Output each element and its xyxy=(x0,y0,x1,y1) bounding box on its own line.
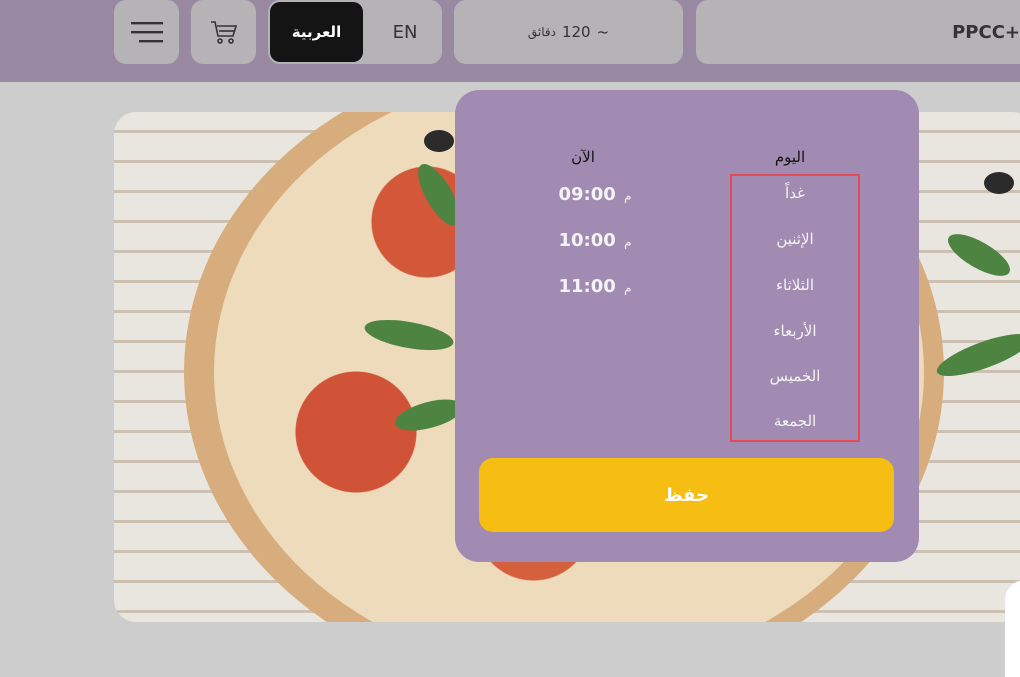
cart-button[interactable] xyxy=(191,0,256,64)
time-unit: م xyxy=(624,189,632,203)
day-option-thursday[interactable]: الخميس xyxy=(732,367,858,385)
day-option-tomorrow[interactable]: غداً xyxy=(732,184,858,202)
cart-icon xyxy=(210,21,237,44)
phone-number: PPCC+ xyxy=(952,21,1020,43)
time-value: 10:00 xyxy=(558,230,616,251)
time-option[interactable]: م 10:00 xyxy=(535,230,655,251)
menu-button[interactable] xyxy=(114,0,179,64)
day-list: غداً الإثنين الثلاثاء الأربعاء الخميس ال… xyxy=(730,174,860,442)
olive xyxy=(984,172,1014,194)
time-value: 09:00 xyxy=(558,184,616,205)
basil-leaf xyxy=(932,325,1020,385)
top-bar: العربية EN دقائق 120 ~ PPCC+ xyxy=(0,0,1020,82)
language-english-button[interactable]: EN xyxy=(368,0,442,64)
delivery-time-prefix: ~ xyxy=(596,23,610,41)
menu-icon xyxy=(130,22,163,43)
side-card-edge xyxy=(1005,580,1020,677)
schedule-popup: اليوم الآن غداً الإثنين الثلاثاء الأربعا… xyxy=(455,90,919,562)
basil-leaf xyxy=(942,226,1016,284)
day-option-wednesday[interactable]: الأربعاء xyxy=(732,322,858,340)
day-column-header: اليوم xyxy=(774,148,806,166)
time-unit: م xyxy=(624,281,632,295)
time-unit: م xyxy=(624,235,632,249)
language-arabic-button[interactable]: العربية xyxy=(270,2,363,62)
olive xyxy=(424,130,454,152)
delivery-time-value: 120 xyxy=(561,23,591,41)
delivery-time-button[interactable]: دقائق 120 ~ xyxy=(454,0,683,64)
now-column-header: الآن xyxy=(571,148,595,166)
language-switch: العربية EN xyxy=(268,0,442,64)
delivery-time-unit: دقائق xyxy=(527,25,556,39)
time-option[interactable]: م 11:00 xyxy=(535,276,655,297)
save-button[interactable]: حفظ xyxy=(479,458,894,532)
day-option-tuesday[interactable]: الثلاثاء xyxy=(732,276,858,294)
phone-button[interactable]: PPCC+ xyxy=(696,0,1020,64)
day-option-friday[interactable]: الجمعة xyxy=(732,412,858,430)
time-value: 11:00 xyxy=(558,276,616,297)
day-option-monday[interactable]: الإثنين xyxy=(732,230,858,248)
time-option[interactable]: م 09:00 xyxy=(535,184,655,205)
